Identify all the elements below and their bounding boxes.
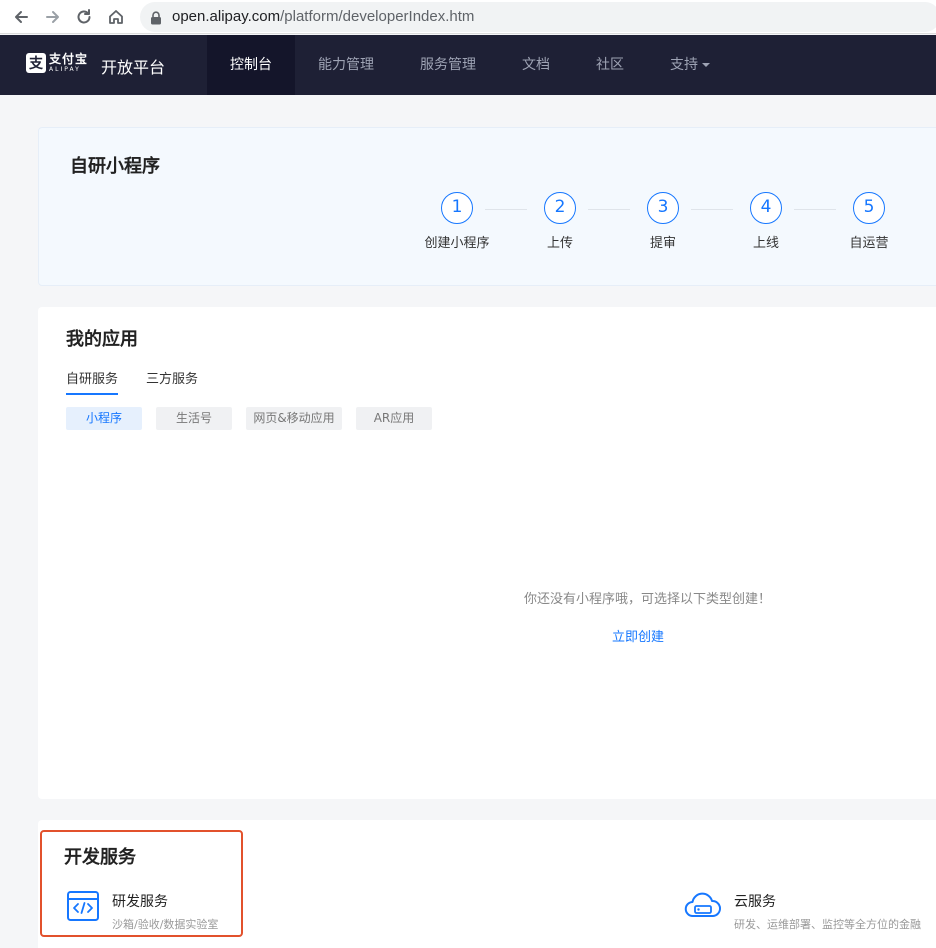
alipay-logo[interactable]: 支 支付宝 ALIPAY — [26, 53, 88, 73]
lock-icon — [150, 10, 162, 29]
caret-down-icon — [702, 63, 710, 67]
tab-third-party[interactable]: 三方服务 — [146, 368, 198, 393]
top-navigation: 支 支付宝 ALIPAY 开放平台 控制台 能力管理 服务管理 文档 社区 支持 — [0, 35, 936, 95]
step-operate: 5 自运营 — [824, 192, 914, 251]
my-apps-title: 我的应用 — [66, 329, 138, 350]
chip-web-mobile[interactable]: 网页&移动应用 — [246, 407, 342, 430]
nav-community[interactable]: 社区 — [580, 35, 640, 95]
step-label: 上传 — [546, 236, 573, 251]
miniapp-steps-card: 自研小程序 1 创建小程序 2 上传 3 提审 4 上线 5 自运营 — [38, 127, 936, 286]
nav-support-label: 支持 — [670, 57, 698, 73]
step-launch: 4 上线 — [721, 192, 811, 251]
reload-icon[interactable] — [73, 6, 95, 28]
chip-lifestyle[interactable]: 生活号 — [156, 407, 232, 430]
logo-cn-text: 支付宝 — [49, 52, 89, 66]
step-upload: 2 上传 — [515, 192, 605, 251]
step-number: 3 — [647, 192, 679, 224]
step-label: 上线 — [752, 236, 779, 251]
nav-capability[interactable]: 能力管理 — [303, 35, 389, 95]
miniapp-title: 自研小程序 — [70, 156, 160, 177]
platform-name: 开放平台 — [101, 58, 166, 77]
step-review: 3 提审 — [618, 192, 708, 251]
step-number: 2 — [544, 192, 576, 224]
empty-state-text: 你还没有小程序哦，可选择以下类型创建！ — [524, 592, 772, 607]
chip-ar[interactable]: AR应用 — [356, 407, 432, 430]
nav-support[interactable]: 支持 — [660, 35, 720, 95]
step-number: 5 — [853, 192, 885, 224]
home-icon[interactable] — [105, 6, 127, 28]
service-cloud-title: 云服务 — [734, 894, 776, 910]
step-label: 自运营 — [849, 236, 889, 251]
chip-miniapp[interactable]: 小程序 — [66, 407, 142, 430]
service-cloud-desc: 研发、运维部署、监控等全方位的金融 — [734, 918, 921, 931]
step-label: 提审 — [649, 236, 676, 251]
create-now-link[interactable]: 立即创建 — [612, 626, 664, 645]
url-text: open.alipay.com/platform/developerIndex.… — [172, 8, 475, 25]
step-number: 4 — [750, 192, 782, 224]
cloud-server-icon — [684, 890, 722, 928]
step-label: 创建小程序 — [424, 236, 490, 251]
highlight-box — [40, 830, 243, 937]
tab-self-developed[interactable]: 自研服务 — [66, 368, 119, 395]
browser-toolbar: open.alipay.com/platform/developerIndex.… — [0, 0, 936, 34]
logo-en-text: ALIPAY — [49, 66, 81, 73]
nav-docs[interactable]: 文档 — [506, 35, 566, 95]
alipay-logo-icon: 支 — [26, 53, 46, 73]
nav-console[interactable]: 控制台 — [207, 35, 295, 95]
step-number: 1 — [441, 192, 473, 224]
my-apps-card: 我的应用 自研服务 三方服务 小程序 生活号 网页&移动应用 AR应用 你还没有… — [38, 307, 936, 799]
forward-icon[interactable] — [42, 6, 64, 28]
nav-service[interactable]: 服务管理 — [405, 35, 491, 95]
step-create: 1 创建小程序 — [412, 192, 502, 251]
back-icon[interactable] — [10, 6, 32, 28]
service-cloud[interactable]: 云服务 研发、运维部署、监控等全方位的金融 — [684, 890, 921, 932]
address-bar[interactable]: open.alipay.com/platform/developerIndex.… — [140, 2, 936, 32]
